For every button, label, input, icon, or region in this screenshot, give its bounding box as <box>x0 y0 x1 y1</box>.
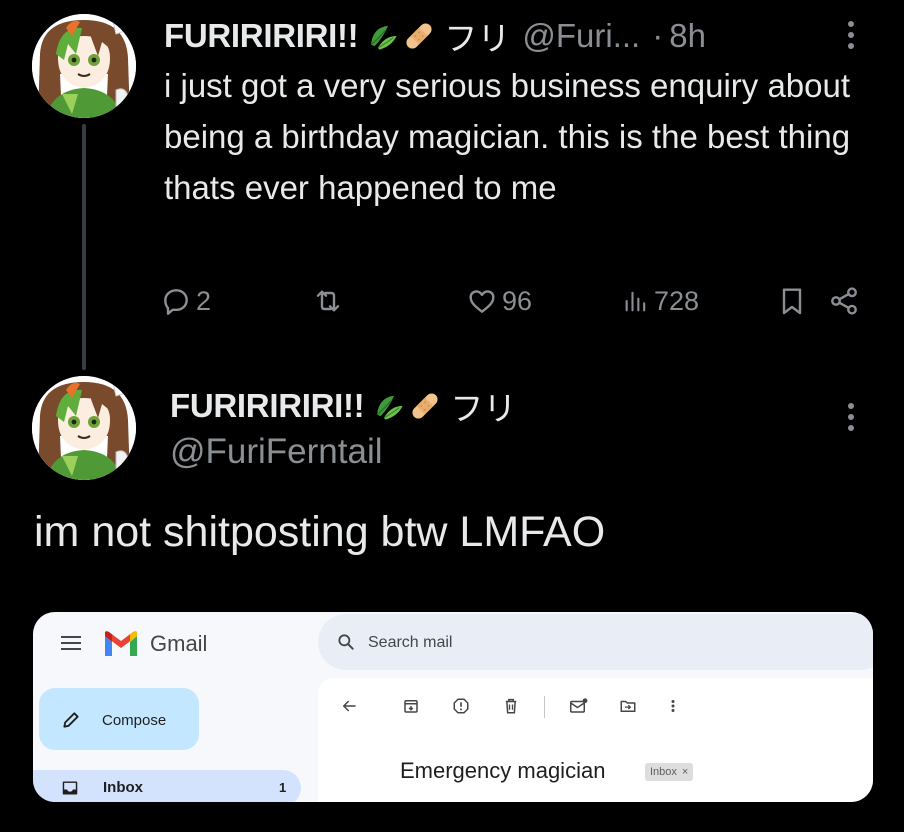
thread-connector-line <box>82 124 86 370</box>
archive-icon[interactable] <box>402 697 420 715</box>
share-button[interactable] <box>828 285 860 317</box>
search-placeholder: Search mail <box>368 634 453 651</box>
label-remove-icon[interactable]: × <box>682 766 688 778</box>
reply-button[interactable]: 2 <box>160 285 211 317</box>
tweet-action-bar: 2 96 728 <box>160 283 860 323</box>
display-name[interactable]: FURIRIRIRI!! <box>170 387 365 425</box>
kebab-menu-icon[interactable] <box>845 403 857 431</box>
message-pane: Emergency magician Inbox × <box>318 678 873 802</box>
leaf-emoji-icon <box>366 19 400 53</box>
share-icon <box>831 287 857 315</box>
tweet-header: FURIRIRIRI!! フリ <box>170 382 516 430</box>
like-count: 96 <box>502 285 533 316</box>
compose-label: Compose <box>102 712 167 729</box>
sidebar-item-label: Inbox <box>103 779 143 796</box>
bandage-emoji-icon <box>408 389 442 423</box>
like-icon <box>469 290 495 313</box>
sidebar-item-inbox[interactable]: Inbox 1 <box>33 770 301 802</box>
back-arrow-icon[interactable] <box>340 697 358 715</box>
label-chip-text: Inbox <box>650 766 677 778</box>
tweet-text: im not shitposting btw LMFAO <box>34 508 606 556</box>
delete-icon[interactable] <box>502 697 520 715</box>
views-count: 728 <box>654 285 700 316</box>
mark-unread-icon[interactable] <box>569 697 589 715</box>
avatar[interactable] <box>32 14 136 118</box>
search-input[interactable]: Search mail <box>318 614 873 670</box>
bookmark-button[interactable] <box>776 285 808 317</box>
inbox-count-badge: 1 <box>279 780 287 795</box>
separator-dot: · <box>652 17 664 54</box>
timestamp[interactable]: 8h <box>669 17 706 55</box>
like-button[interactable]: 96 <box>466 285 532 317</box>
avatar[interactable] <box>32 376 136 480</box>
bandage-emoji-icon <box>402 19 436 53</box>
move-to-icon[interactable] <box>619 697 637 715</box>
search-icon <box>338 634 354 650</box>
views-button[interactable]: 728 <box>622 285 699 317</box>
compose-button[interactable]: Compose <box>39 688 199 750</box>
kebab-menu-icon[interactable] <box>845 21 857 49</box>
inbox-label-chip[interactable]: Inbox × <box>645 763 694 781</box>
bookmark-icon <box>782 288 802 315</box>
retweet-icon <box>316 290 340 312</box>
leaf-emoji-icon <box>372 389 406 423</box>
toolbar-divider <box>544 696 545 718</box>
user-handle[interactable]: @Furi... <box>522 17 640 55</box>
reply-count: 2 <box>196 285 212 316</box>
reply-icon <box>164 289 188 315</box>
tweet-text: i just got a very serious business enqui… <box>164 67 851 206</box>
gmail-app-name: Gmail <box>150 631 208 656</box>
attached-image-gmail[interactable]: Gmail Search mail Compose Inbox 1 Emerge… <box>33 612 873 802</box>
pencil-icon <box>63 712 79 728</box>
hamburger-icon <box>61 636 81 654</box>
report-spam-icon[interactable] <box>452 697 470 715</box>
inbox-icon <box>62 781 78 795</box>
views-icon <box>625 291 646 312</box>
gmail-logo-icon <box>105 631 137 656</box>
email-subject: Emergency magician <box>400 758 606 783</box>
user-handle[interactable]: @FuriFerntail <box>170 432 383 472</box>
display-name-kana: フリ <box>450 390 517 427</box>
more-icon[interactable] <box>668 697 678 715</box>
tweet-header: FURIRIRIRI!! フリ @Furi... · 8h <box>164 14 706 58</box>
retweet-button[interactable] <box>312 285 348 317</box>
display-name-kana: フリ <box>444 20 511 57</box>
display-name[interactable]: FURIRIRIRI!! <box>164 17 359 55</box>
